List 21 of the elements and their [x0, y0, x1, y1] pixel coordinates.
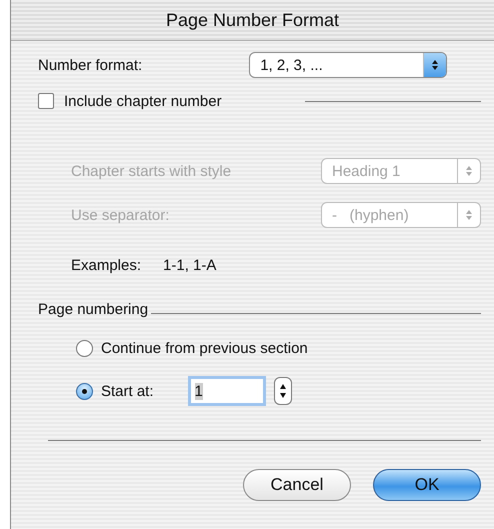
radio-label: Start at:	[101, 382, 154, 400]
start-at-field[interactable]: 1	[188, 376, 266, 406]
stepper-icon[interactable]	[274, 377, 292, 405]
updown-arrows-icon	[465, 209, 473, 221]
updown-arrows-icon	[431, 59, 440, 71]
examples-value: 1-1, 1-A	[163, 256, 216, 274]
include-chapter-checkbox[interactable]	[38, 93, 54, 109]
dialog-button[interactable]: Cancel	[243, 469, 351, 501]
chapter-option-label: Use separator:	[71, 206, 170, 224]
chapter-option-label: Chapter starts with style	[71, 162, 232, 180]
page-numbering-heading: Page numbering	[38, 300, 148, 318]
radio-label: Continue from previous section	[101, 340, 308, 356]
number-format-popup[interactable]: 1, 2, 3, ...	[249, 52, 448, 78]
examples-label: Examples:	[71, 256, 142, 274]
radio-button[interactable]	[76, 340, 93, 356]
updown-arrows-icon	[465, 165, 473, 177]
number-format-label: Number format:	[38, 56, 142, 74]
dialog-button[interactable]: OK	[373, 469, 481, 501]
radio-button[interactable]	[76, 382, 93, 400]
include-chapter-label: Include chapter number	[64, 92, 222, 110]
window-title: Page Number Format	[166, 10, 340, 30]
